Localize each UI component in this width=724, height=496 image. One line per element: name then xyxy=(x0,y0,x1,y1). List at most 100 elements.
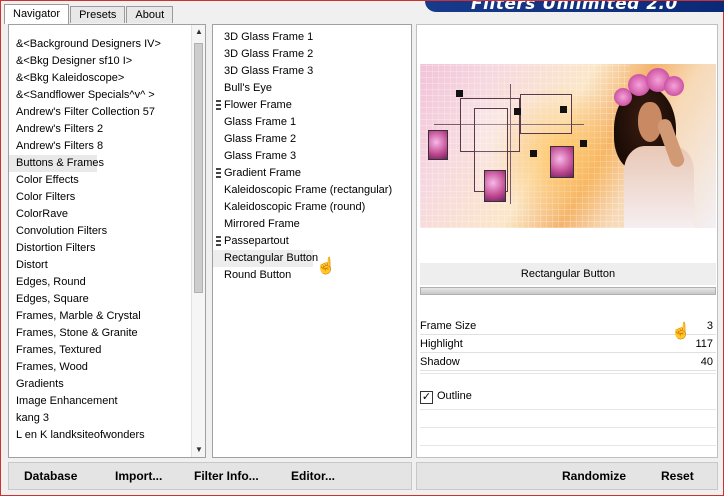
effect-item[interactable]: 3D Glass Frame 2 xyxy=(213,46,323,63)
effect-item[interactable]: Passepartout xyxy=(213,233,323,250)
preview-photo xyxy=(484,170,506,202)
tab-bar: Navigator Presets About xyxy=(4,3,174,24)
filter-item[interactable]: Distortion Filters xyxy=(9,240,187,257)
effect-item[interactable]: Glass Frame 3 xyxy=(213,148,323,165)
filter-item[interactable]: Color Effects xyxy=(9,172,187,189)
filter-item[interactable]: &<Bkg Kaleidoscope> xyxy=(9,70,187,87)
preview-handle xyxy=(456,90,463,97)
filter-item[interactable]: Color Filters xyxy=(9,189,187,206)
preview-handle xyxy=(530,150,537,157)
filter-item[interactable]: kang 3 xyxy=(9,410,187,427)
app-banner: Filters Unlimited 2.0 xyxy=(425,1,724,15)
tab-presets[interactable]: Presets xyxy=(70,6,126,23)
param-value[interactable]: 117 xyxy=(695,336,713,353)
effect-label: 3D Glass Frame 2 xyxy=(224,48,314,60)
effect-label: Round Button xyxy=(224,269,292,281)
effect-label: Rectangular Button xyxy=(224,252,319,264)
filter-item[interactable]: &<Sandflower Specials^v^ > xyxy=(9,87,187,104)
filter-item[interactable]: ColorRave xyxy=(9,206,187,223)
param-slider-track[interactable] xyxy=(420,370,716,371)
import-button[interactable]: Import... xyxy=(115,463,162,489)
effect-list[interactable]: 3D Glass Frame 1 3D Glass Frame 2 3D Gla… xyxy=(212,24,412,458)
effect-item-selected[interactable]: Rectangular Button xyxy=(213,250,318,267)
separator xyxy=(420,373,716,374)
scroll-up-icon[interactable]: ▲ xyxy=(192,25,205,39)
scroll-thumb[interactable] xyxy=(194,43,203,293)
filter-item[interactable]: Frames, Textured xyxy=(9,342,187,359)
filter-item[interactable]: Edges, Square xyxy=(9,291,187,308)
filter-item[interactable]: &<Background Designers IV> xyxy=(9,36,187,53)
effect-label: 3D Glass Frame 1 xyxy=(224,31,314,43)
left-button-bar: Database Import... Filter Info... Editor… xyxy=(8,462,412,490)
filter-item[interactable]: Frames, Marble & Crystal xyxy=(9,308,187,325)
filter-info-button[interactable]: Filter Info... xyxy=(194,463,259,489)
preview-photo xyxy=(550,146,574,178)
param-shadow[interactable]: Shadow 40 xyxy=(420,354,716,371)
filter-item[interactable]: &<Bkg Designer sf10 I> xyxy=(9,53,187,70)
hand-cursor-icon: ☝ xyxy=(671,323,691,340)
effect-label: 3D Glass Frame 3 xyxy=(224,65,314,77)
effect-item[interactable]: Glass Frame 2 xyxy=(213,131,323,148)
filter-item[interactable]: Convolution Filters xyxy=(9,223,187,240)
filter-list-scrollbar[interactable]: ▲ ▼ xyxy=(191,25,205,457)
effect-name-label: Rectangular Button xyxy=(420,263,716,285)
grip-icon xyxy=(216,168,221,179)
param-label: Frame Size xyxy=(420,320,477,332)
filter-item[interactable]: Distort xyxy=(9,257,187,274)
effect-label: Glass Frame 1 xyxy=(224,116,297,128)
effect-label: Bull's Eye xyxy=(224,82,272,94)
database-button[interactable]: Database xyxy=(24,463,77,489)
effect-item[interactable]: Flower Frame xyxy=(213,97,323,114)
param-label: Shadow xyxy=(420,356,460,368)
grip-icon xyxy=(216,100,221,111)
filter-item[interactable]: Edges, Round xyxy=(9,274,187,291)
param-label: Highlight xyxy=(420,338,463,350)
randomize-button[interactable]: Randomize xyxy=(562,463,626,489)
preview-image xyxy=(420,64,716,228)
portrait-flower xyxy=(664,76,684,96)
reset-button[interactable]: Reset xyxy=(661,463,694,489)
effect-item[interactable]: Mirrored Frame xyxy=(213,216,323,233)
separator xyxy=(420,409,716,410)
filter-item[interactable]: Andrew's Filters 8 xyxy=(9,138,187,155)
filter-item[interactable]: L en K landksiteofwonders xyxy=(9,427,187,444)
effect-item[interactable]: Kaleidoscopic Frame (round) xyxy=(213,199,365,216)
separator xyxy=(420,445,716,446)
effect-item[interactable]: 3D Glass Frame 3 xyxy=(213,63,323,80)
right-button-bar: Randomize Reset xyxy=(416,462,718,490)
filter-item[interactable]: Andrew's Filters 2 xyxy=(9,121,187,138)
filter-item[interactable]: Andrew's Filter Collection 57 xyxy=(9,104,187,121)
effect-item[interactable]: Round Button xyxy=(213,267,323,284)
scroll-down-icon[interactable]: ▼ xyxy=(192,443,205,457)
preview-frame xyxy=(520,94,572,134)
filter-item-selected[interactable]: Buttons & Frames xyxy=(9,155,104,172)
filter-item[interactable]: Frames, Stone & Granite xyxy=(9,325,187,342)
effect-progress-bar xyxy=(420,287,716,295)
outline-label: Outline xyxy=(437,390,472,402)
effect-label: Mirrored Frame xyxy=(224,218,300,230)
editor-button[interactable]: Editor... xyxy=(291,463,335,489)
param-value[interactable]: 3 xyxy=(707,318,713,335)
filter-item[interactable]: Image Enhancement xyxy=(9,393,187,410)
effect-label: Gradient Frame xyxy=(224,167,302,179)
effect-item[interactable]: 3D Glass Frame 1 xyxy=(213,29,323,46)
preview-portrait xyxy=(610,64,716,228)
preview-handle xyxy=(560,106,567,113)
portrait-flower xyxy=(614,88,632,106)
param-value[interactable]: 40 xyxy=(701,354,713,371)
tab-about[interactable]: About xyxy=(126,6,174,23)
effect-item[interactable]: Gradient Frame xyxy=(213,165,323,182)
effect-label: Passepartout xyxy=(224,235,289,247)
filter-item[interactable]: Gradients xyxy=(9,376,187,393)
param-slider-track[interactable] xyxy=(420,352,716,353)
separator xyxy=(420,427,716,428)
filter-item[interactable]: Frames, Wood xyxy=(9,359,187,376)
effect-item[interactable]: Glass Frame 1 xyxy=(213,114,323,131)
effect-item[interactable]: Bull's Eye xyxy=(213,80,323,97)
grip-icon xyxy=(216,236,221,247)
effect-label: Flower Frame xyxy=(224,99,292,111)
filter-category-list[interactable]: &<Background Designers IV> &<Bkg Designe… xyxy=(8,24,206,458)
effect-item[interactable]: Kaleidoscopic Frame (rectangular) xyxy=(213,182,392,199)
tab-navigator[interactable]: Navigator xyxy=(4,4,70,24)
outline-checkbox[interactable]: ✓ xyxy=(420,391,433,404)
